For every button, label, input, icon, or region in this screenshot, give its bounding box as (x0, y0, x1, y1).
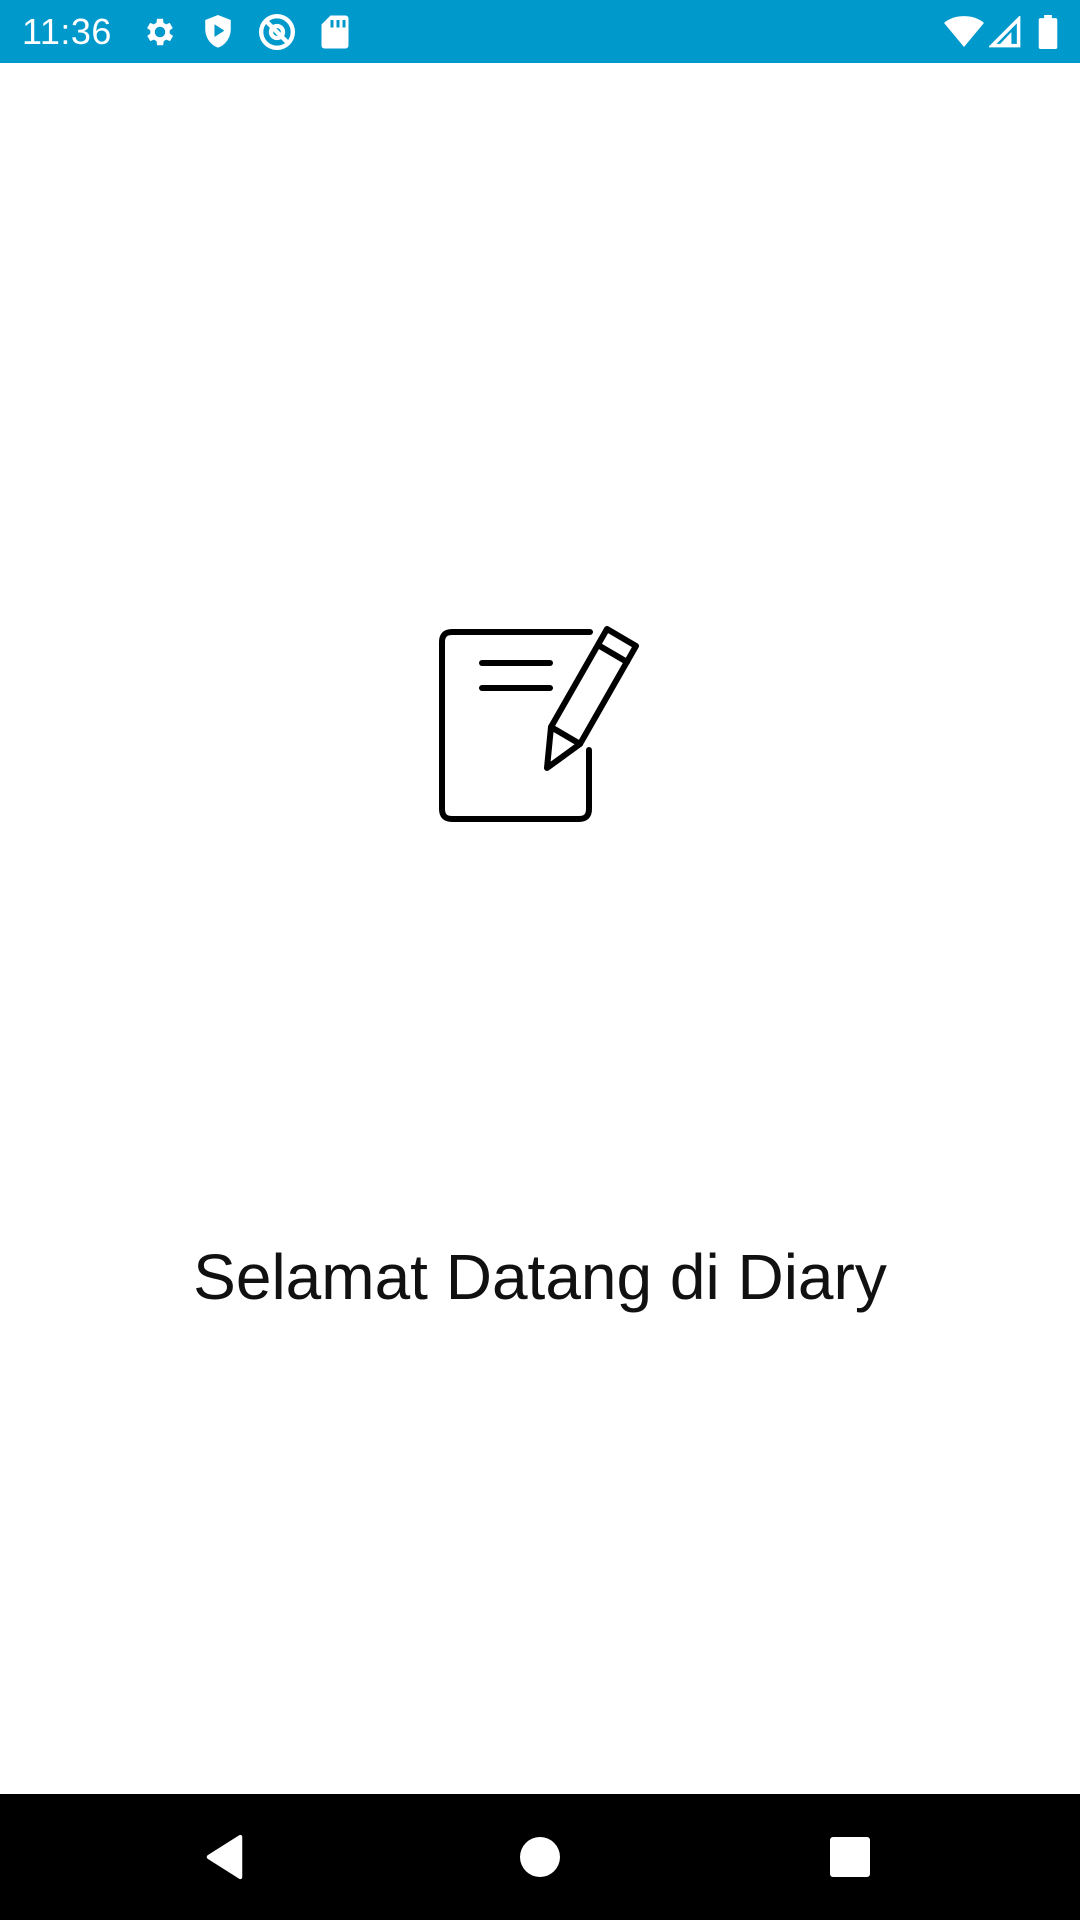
back-button[interactable] (165, 1794, 285, 1920)
battery-icon (1038, 0, 1058, 63)
welcome-screen: Selamat Datang di Diary (0, 63, 1080, 1794)
recents-button[interactable] (790, 1794, 910, 1920)
status-bar: 11:36 (0, 0, 1080, 63)
sd-card-icon (320, 0, 350, 63)
at-sign-icon (257, 0, 297, 63)
recents-icon (830, 1837, 870, 1877)
status-time: 11:36 (22, 11, 112, 52)
home-icon (520, 1837, 560, 1877)
gear-icon (142, 0, 178, 63)
notepad-pencil-icon (432, 618, 652, 878)
welcome-title: Selamat Datang di Diary (193, 1241, 887, 1313)
wifi-icon (944, 0, 984, 63)
home-button[interactable] (480, 1794, 600, 1920)
back-icon (206, 1834, 243, 1880)
signal-icon (989, 0, 1021, 63)
navigation-bar (0, 1794, 1080, 1920)
shield-play-icon (201, 0, 235, 63)
